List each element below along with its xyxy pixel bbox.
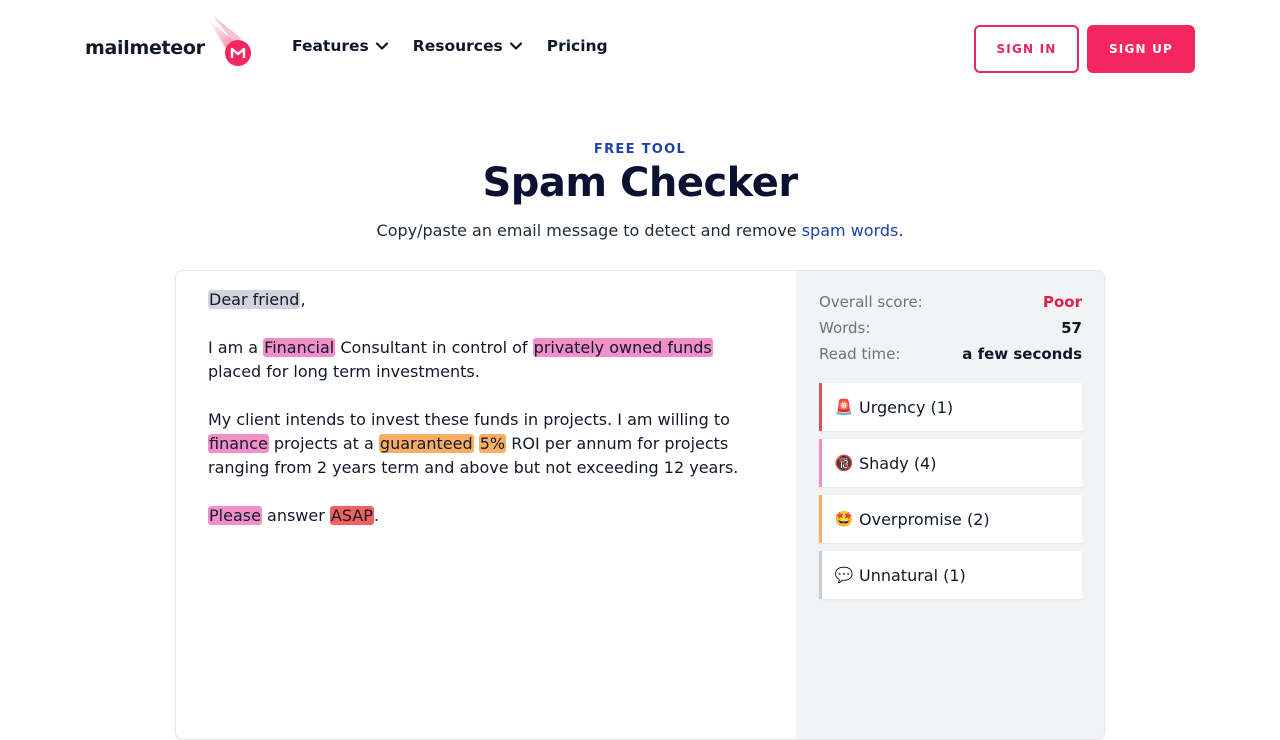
words-row: Words: 57 [819,315,1082,341]
email-editor[interactable]: Dear friend, I am a Financial Consultant … [176,271,796,739]
overall-score-label: Overall score: [819,293,923,311]
category-label: Overpromise (2) [859,509,990,529]
sign-up-button[interactable]: SIGN UP [1087,25,1195,73]
free-tool-eyebrow: FREE TOOL [593,142,687,157]
editor-paragraph: Please answer ASAP. [208,504,764,528]
spam-word-highlight[interactable]: guaranteed [378,434,474,453]
editor-paragraph: Dear friend, [208,288,764,312]
spam-word-highlight[interactable]: Dear friend [208,290,301,309]
read-time-row: Read time: a few seconds [819,341,1082,367]
results-sidebar: Overall score: Poor Words: 57 Read time:… [796,271,1104,739]
nav-features-label: Features [292,37,369,55]
overall-score-value: Poor [1042,293,1082,311]
category-shady[interactable]: 🔞 Shady (4) [819,439,1082,487]
spam-word-highlight[interactable]: Financial [263,338,336,357]
chevron-down-icon [509,42,522,50]
editor-text: , [300,290,306,309]
editor-text: answer [261,506,330,525]
brand-name: mailmeteor [85,37,205,59]
sign-in-button[interactable]: SIGN IN [974,25,1079,73]
editor-text: Consultant in control of [335,338,533,357]
spam-word-highlight[interactable]: 5% [478,434,507,453]
editor-text: placed for long term investments. [208,362,480,381]
main-nav: Features Resources Pricing [292,37,632,55]
category-label: Urgency (1) [859,397,954,417]
spam-word-highlight[interactable]: privately owned funds [532,338,713,357]
category-label: Shady (4) [859,453,937,473]
spam-word-highlight[interactable]: finance [208,434,269,453]
words-label: Words: [819,319,871,337]
editor-text: I am a [208,338,264,357]
subtitle-suffix: . [898,221,904,240]
overall-score-row: Overall score: Poor [819,289,1082,315]
shady-emoji-icon: 🔞 [834,454,854,472]
spam-checker-card: Dear friend, I am a Financial Consultant … [175,270,1105,740]
editor-text: projects at a [268,434,379,453]
read-time-value: a few seconds [962,345,1082,363]
spam-word-highlight[interactable]: Please [208,506,262,525]
editor-text: . [373,506,379,525]
words-value: 57 [1061,319,1082,337]
read-time-label: Read time: [819,345,901,363]
category-overpromise[interactable]: 🤩 Overpromise (2) [819,495,1082,543]
nav-resources[interactable]: Resources [413,37,523,55]
editor-paragraph: My client intends to invest these funds … [208,408,764,480]
nav-pricing[interactable]: Pricing [547,37,608,55]
subtitle-text: Copy/paste an email message to detect an… [376,221,802,240]
overpromise-emoji-icon: 🤩 [834,510,854,528]
spam-word-highlight[interactable]: ASAP [329,506,374,525]
category-urgency[interactable]: 🚨 Urgency (1) [819,383,1082,431]
spam-words-link[interactable]: spam words [802,221,899,240]
category-label: Unnatural (1) [859,565,966,585]
nav-features[interactable]: Features [292,37,389,55]
page-title: Spam Checker [482,160,798,206]
nav-pricing-label: Pricing [546,37,608,55]
chevron-down-icon [375,42,388,50]
category-unnatural[interactable]: 💬 Unnatural (1) [819,551,1082,599]
editor-paragraph: I am a Financial Consultant in control o… [208,336,764,384]
urgency-emoji-icon: 🚨 [834,398,854,416]
meteor-logo-icon [205,16,257,72]
editor-text [474,434,479,453]
unnatural-emoji-icon: 💬 [834,566,854,584]
site-header: mailmeteor Features Resources Pricing SI… [0,0,1280,96]
spam-categories: 🚨 Urgency (1) 🔞 Shady (4) 🤩 Overpromise (2) 💬 U… [819,383,1082,599]
page-subtitle: Copy/paste an email message to detect an… [0,221,1280,240]
nav-resources-label: Resources [412,37,503,55]
editor-text: My client intends to invest these funds … [208,410,730,429]
brand-logo[interactable]: mailmeteor [85,14,257,74]
